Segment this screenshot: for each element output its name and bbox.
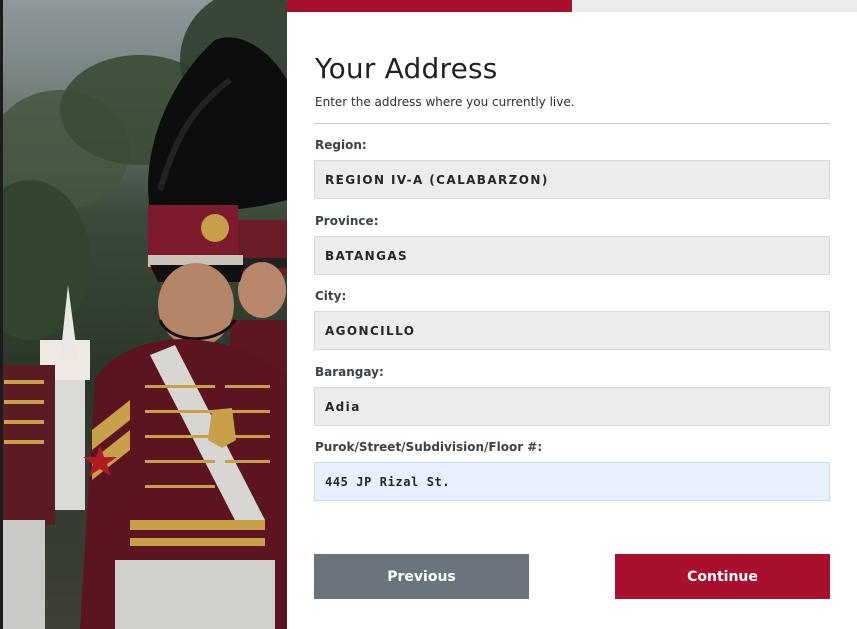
address-step-page: Your Address Enter the address where you… bbox=[0, 0, 857, 629]
region-label: Region: bbox=[315, 138, 367, 152]
photo-edge bbox=[0, 0, 3, 629]
barangay-field[interactable] bbox=[314, 387, 830, 426]
address-form: Your Address Enter the address where you… bbox=[287, 12, 857, 629]
page-title: Your Address bbox=[315, 52, 498, 85]
title-divider bbox=[314, 123, 830, 124]
cadet-photo bbox=[0, 0, 287, 629]
previous-button[interactable]: Previous bbox=[314, 554, 529, 599]
province-label: Province: bbox=[315, 214, 379, 228]
street-field[interactable] bbox=[314, 462, 830, 501]
province-field[interactable] bbox=[314, 236, 830, 275]
region-field[interactable] bbox=[314, 160, 830, 199]
barangay-label: Barangay: bbox=[315, 365, 384, 379]
page-subtitle: Enter the address where you currently li… bbox=[315, 95, 575, 109]
progress-bar-fill bbox=[287, 0, 572, 12]
city-label: City: bbox=[315, 289, 347, 303]
progress-bar bbox=[287, 0, 857, 12]
street-label: Purok/Street/Subdivision/Floor #: bbox=[315, 440, 543, 454]
continue-button[interactable]: Continue bbox=[615, 554, 830, 599]
city-field[interactable] bbox=[314, 311, 830, 350]
